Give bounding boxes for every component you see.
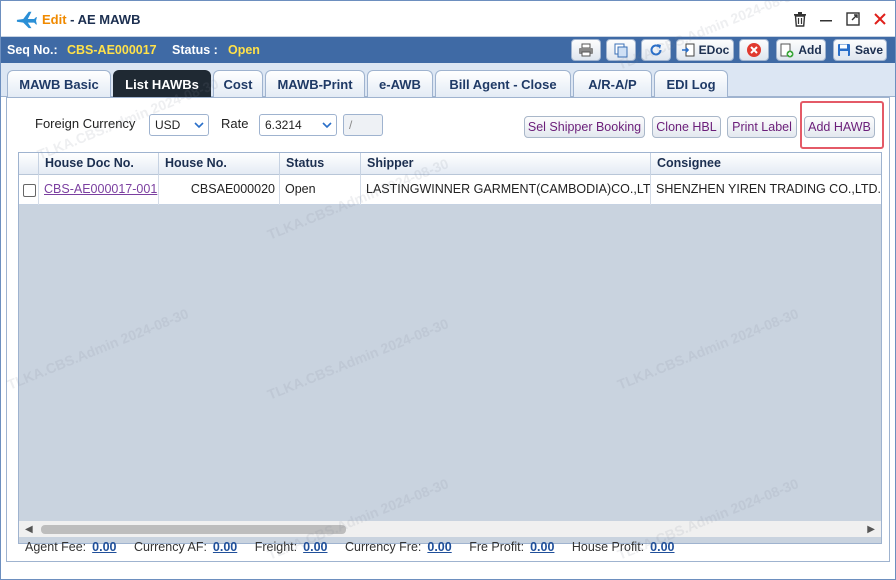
consignee-cell: SHENZHEN YIREN TRADING CO.,LTD.C [651, 175, 881, 205]
rate-select[interactable]: 6.3214 [259, 114, 337, 136]
col-status[interactable]: Status [280, 153, 361, 175]
list-hawbs-panel: Foreign Currency USD Rate 6.3214 / Sel S… [6, 97, 890, 562]
fre-profit-label: Fre Profit: [469, 540, 525, 554]
airplane-icon [16, 11, 37, 29]
status-cell: Open [280, 175, 361, 205]
agent-fee-value[interactable]: 0.00 [92, 540, 116, 554]
trash-icon[interactable] [793, 11, 807, 27]
copy-button[interactable] [606, 39, 636, 61]
floppy-icon [837, 44, 850, 56]
edit-label: Edit [42, 12, 67, 27]
window-controls [793, 11, 887, 27]
col-house-no[interactable]: House No. [159, 153, 280, 175]
house-profit-label: House Profit: [571, 540, 645, 554]
tab-bar: MAWB Basic List HAWBs Cost MAWB-Print e-… [1, 63, 895, 97]
add-label: Add [798, 43, 822, 57]
agent-fee-label: Agent Fee: [25, 540, 87, 554]
rate-label: Rate [221, 116, 249, 131]
tab-list-hawbs[interactable]: List HAWBs [113, 70, 211, 97]
clone-hbl-button[interactable]: Clone HBL [652, 116, 721, 138]
seq-bar: Seq No.: CBS-AE000017 Status : Open EDoc… [1, 37, 895, 63]
ae-mawb-window: Edit - AE MAWB Seq No.: CBS-AE000017 Sta… [0, 0, 896, 580]
freight-label: Freight: [254, 540, 298, 554]
add-document-icon [780, 43, 794, 57]
add-button[interactable]: Add [776, 39, 826, 61]
close-icon[interactable] [873, 11, 887, 27]
house-no-cell: CBSAE000020 [159, 175, 280, 205]
foreign-currency-label: Foreign Currency [35, 116, 136, 131]
tab-mawb-basic[interactable]: MAWB Basic [7, 70, 111, 97]
refresh-icon [650, 44, 662, 56]
tab-mawb-print[interactable]: MAWB-Print [265, 70, 365, 97]
row-select-cell [19, 175, 39, 205]
horizontal-scrollbar[interactable]: ◀ ▶ [19, 521, 881, 537]
tab-ar-ap[interactable]: A/R-A/P [573, 70, 652, 97]
currency-af-value[interactable]: 0.00 [213, 540, 237, 554]
house-doc-no-cell: CBS-AE000017-001 [39, 175, 159, 205]
seq-no-value: CBS-AE000017 [67, 43, 157, 57]
currency-fre-value[interactable]: 0.00 [427, 540, 451, 554]
col-shipper[interactable]: Shipper [361, 153, 651, 175]
currency-fre-label: Currency Fre: [344, 540, 422, 554]
edoc-label: EDoc [698, 43, 730, 57]
shipper-cell: LASTINGWINNER GARMENT(CAMBODIA)CO.,LTD [361, 175, 651, 205]
print-button[interactable] [571, 39, 601, 61]
printer-icon [579, 43, 593, 57]
print-label-button[interactable]: Print Label [727, 116, 797, 138]
rate-extra-value: / [349, 118, 353, 132]
rate-extra-field: / [343, 114, 383, 136]
status-value: Open [228, 43, 260, 57]
scrollbar-thumb[interactable] [41, 525, 346, 534]
sel-shipper-booking-button[interactable]: Sel Shipper Booking [524, 116, 645, 138]
window-title-text: AE MAWB [77, 12, 141, 27]
house-profit-value[interactable]: 0.00 [650, 540, 674, 554]
minimize-icon[interactable] [819, 11, 833, 27]
currency-select[interactable]: USD [149, 114, 209, 136]
edoc-icon [681, 43, 695, 57]
currency-value: USD [155, 118, 181, 132]
seq-no-label: Seq No.: [7, 43, 58, 57]
save-label: Save [854, 43, 884, 57]
rate-value: 6.3214 [265, 118, 302, 132]
title-separator: - [66, 12, 78, 27]
status-label: Status : [172, 43, 218, 57]
freight-value[interactable]: 0.00 [303, 540, 327, 554]
currency-af-label: Currency AF: [133, 540, 207, 554]
table-row[interactable]: CBS-AE000017-001 CBSAE000020 Open LASTIN… [19, 175, 881, 205]
cancel-button[interactable] [739, 39, 769, 61]
save-button[interactable]: Save [833, 39, 887, 61]
cancel-icon [747, 43, 761, 57]
totals-bar: Agent Fee: 0.00 Currency AF: 0.00 Freight:… [25, 540, 689, 554]
row-checkbox[interactable] [23, 184, 36, 197]
fre-profit-value[interactable]: 0.00 [530, 540, 554, 554]
add-hawb-button[interactable]: Add HAWB [804, 116, 875, 138]
refresh-button[interactable] [641, 39, 671, 61]
scroll-right-icon[interactable]: ▶ [867, 524, 875, 535]
select-column-header [19, 153, 39, 175]
hawb-grid: House Doc No. House No. Status Shipper C… [18, 152, 882, 544]
tab-e-awb[interactable]: e-AWB [367, 70, 433, 97]
col-consignee[interactable]: Consignee [651, 153, 881, 175]
tab-bill-agent-close[interactable]: Bill Agent - Close [435, 70, 571, 97]
copy-icon [614, 43, 628, 58]
tab-edi-log[interactable]: EDI Log [654, 70, 728, 97]
chevron-down-icon [322, 122, 332, 129]
scroll-left-icon[interactable]: ◀ [25, 524, 33, 535]
house-doc-no-link[interactable]: CBS-AE000017-001 [44, 182, 157, 196]
grid-header: House Doc No. House No. Status Shipper C… [19, 153, 881, 175]
edoc-button[interactable]: EDoc [676, 39, 734, 61]
col-house-doc-no[interactable]: House Doc No. [39, 153, 159, 175]
chevron-down-icon [194, 122, 204, 129]
title-bar: Edit - AE MAWB [1, 1, 895, 37]
maximize-icon[interactable] [845, 11, 861, 27]
tab-cost[interactable]: Cost [213, 70, 263, 97]
window-title: Edit - AE MAWB [42, 12, 140, 27]
